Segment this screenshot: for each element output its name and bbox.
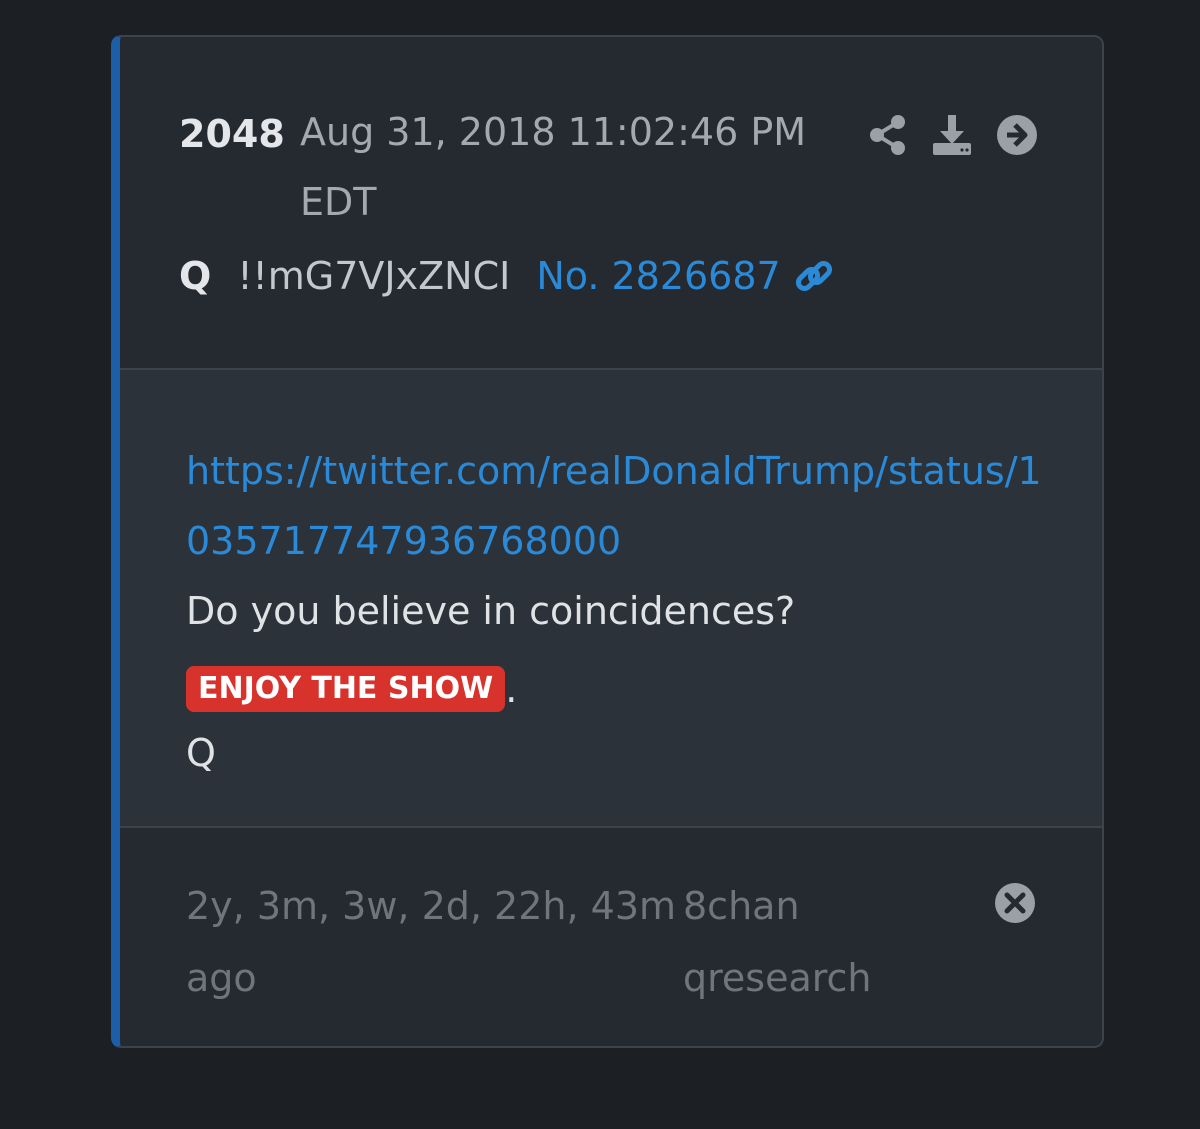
close-circle-icon[interactable] <box>994 882 1036 928</box>
post-content: https://twitter.com/realDonaldTrump/stat… <box>186 436 1046 788</box>
post-number: 2048 <box>179 112 285 156</box>
download-icon[interactable] <box>930 113 974 157</box>
post-body: https://twitter.com/realDonaldTrump/stat… <box>120 370 1102 828</box>
tripcode: !!mG7VJxZNCI <box>237 254 511 298</box>
post-board: 8chan qresearch <box>683 884 872 1000</box>
post-signature: Q <box>186 731 216 775</box>
post-number-link-label[interactable]: No. 2826687 <box>536 251 780 301</box>
post-number-link[interactable]: No. 2826687 <box>536 251 834 301</box>
author-name: Q <box>179 254 212 298</box>
post-actions <box>868 113 1038 157</box>
author-row: Q !!mG7VJxZNCI No. 2826687 <box>179 251 835 301</box>
share-icon[interactable] <box>868 114 908 156</box>
arrow-right-circle-icon[interactable] <box>996 114 1038 156</box>
post-age: 2y, 3m, 3w, 2d, 22h, 43m ago <box>186 884 677 1000</box>
post-card: 2048 Aug 31, 2018 11:02:46 PM EDT Q !!mG… <box>111 35 1104 1048</box>
enjoy-the-show-badge: ENJOY THE SHOW <box>186 666 506 712</box>
link-icon <box>795 260 832 292</box>
badge-line: ENJOY THE SHOW . <box>186 646 1046 718</box>
badge-suffix: . <box>505 667 518 711</box>
post-header: 2048 Aug 31, 2018 11:02:46 PM EDT Q !!mG… <box>120 37 1102 370</box>
tweet-link[interactable]: https://twitter.com/realDonaldTrump/stat… <box>186 436 1046 576</box>
post-text-line: Do you believe in coincidences? <box>186 589 796 633</box>
post-timestamp: Aug 31, 2018 11:02:46 PM EDT <box>300 110 807 224</box>
post-footer: 2y, 3m, 3w, 2d, 22h, 43m ago 8chan qrese… <box>120 828 1102 1046</box>
